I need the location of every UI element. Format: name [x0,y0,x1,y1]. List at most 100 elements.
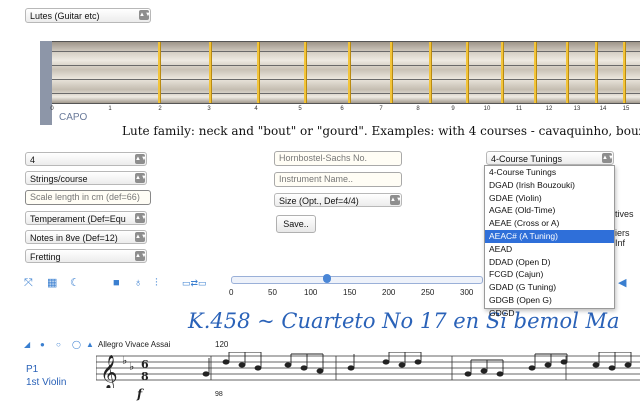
grid-icon[interactable]: ▦ [47,277,57,289]
size-value: Size (Opt., Def=4/4) [279,196,359,206]
fret-number: 8 [416,106,420,112]
instrument-description: Lute family: neck and "bout" or "gourd".… [122,124,640,138]
size-select[interactable]: Size (Opt., Def=4/4) ▲▼ [274,193,402,207]
instrument-family-value: Lutes (Guitar etc) [30,11,100,21]
fret-5 [348,42,350,103]
chevron-down-icon: ▲▼ [139,10,151,20]
measure-number: 98 [215,391,223,398]
tuning-option[interactable]: GDAE (Violin) [485,192,614,205]
tuning-option[interactable]: DDAD (Open D) [485,256,614,269]
hornbostel-sachs-input[interactable]: Hornbostel-Sachs No. [274,151,402,166]
flat-icon: ♭ [129,360,134,373]
fret-number: 13 [573,106,581,112]
partial-label-2: iers Inf [615,228,630,248]
tuning-option[interactable]: AGAE (Old-Time) [485,204,614,217]
courses-value: 4 [30,155,36,165]
fret-7 [429,42,431,103]
chevron-down-icon: ▲▼ [390,195,402,205]
tuning-option[interactable]: AEAD [485,243,614,256]
slider-tick: 200 [382,288,396,297]
part-name: 1st Violin [26,377,67,388]
scale-length-input[interactable]: Scale length in cm (def=66) [25,190,151,205]
tuning-option[interactable]: DGAD (Irish Bouzouki) [485,179,614,192]
string-1 [52,51,640,52]
tunings-select[interactable]: 4-Course Tunings ▲▼ [486,151,614,165]
save-button[interactable]: Save.. [276,215,316,233]
tuning-option[interactable]: FCGD (Cajun) [485,268,614,281]
play-icon[interactable]: ◀ [618,277,626,289]
measure-number: 120 [215,340,229,349]
timeline-slider[interactable] [231,276,483,284]
tempo-marking: Allegro Vivace Assai [98,340,171,349]
moon-icon[interactable]: ☾ [70,277,80,289]
fret-2 [209,42,211,103]
tuning-option[interactable]: AEAE (Cross or A) [485,217,614,230]
chevron-down-icon: ▲▼ [135,154,147,164]
temperament-select[interactable]: Temperament (Def=Equ ▲▼ [25,211,147,225]
slider-tick: 100 [304,288,318,297]
solo-icon[interactable]: ○ [56,339,61,351]
string-2 [52,65,640,66]
notes-per-octave-select[interactable]: Notes in 8ve (Def=12) ▲▼ [25,230,147,244]
fret-number: 9 [451,106,455,112]
fret-number: 0 [50,106,54,112]
capo-label: CAPO [59,112,88,123]
slider-handle[interactable] [323,274,331,283]
time-signature: 8 [141,370,149,383]
fret-12 [595,42,597,103]
string-4 [52,93,640,94]
video-icon[interactable]: ■ [113,277,120,289]
fret-3 [257,42,259,103]
fret-number: 3 [207,106,211,112]
fret-number: 6 [340,106,344,112]
temperament-value: Temperament (Def=Equ [30,214,126,224]
tuning-option[interactable]: GDGD [485,307,614,320]
volume-icon[interactable]: ◢ [24,339,30,351]
tuning-option[interactable]: 4-Course Tunings [485,166,614,179]
fret-number: 1 [108,106,112,112]
chevron-down-icon: ▲▼ [135,251,147,261]
fret-1 [158,42,160,103]
fret-number: 12 [545,106,553,112]
tuning-option-highlighted[interactable]: AEAC# (A Tuning) [485,229,614,243]
tuning-option[interactable]: GDAD (G Tuning) [485,281,614,294]
fretboard[interactable] [52,41,640,104]
chevron-down-icon: ▲▼ [135,173,147,183]
fret-10 [534,42,536,103]
fretting-select[interactable]: Fretting ▲▼ [25,249,147,263]
fret-number: 10 [483,106,491,112]
fret-number: 11 [515,106,523,112]
instrument-family-select[interactable]: Lutes (Guitar etc) ▲▼ [25,8,151,23]
capo-bar[interactable] [40,41,52,125]
chevron-down-icon: ▲▼ [602,153,614,163]
fret-4 [304,42,306,103]
fret-number: 15 [622,106,630,112]
swap-icon[interactable]: ▭⇄▭ [182,277,207,289]
expand-icon[interactable]: ⤧ [24,277,33,289]
fret-6 [390,42,392,103]
tunings-dropdown-list[interactable]: 4-Course Tunings DGAD (Irish Bouzouki) G… [484,165,615,318]
string-3 [52,79,640,80]
mixer-icon[interactable]: ⫶ [155,277,158,289]
tunings-value: 4-Course Tunings [491,154,563,164]
slider-tick: 250 [421,288,435,297]
strings-per-course-select[interactable]: Strings/course ▲▼ [25,171,147,185]
mic-icon[interactable]: ♁ [134,277,142,289]
mute-icon[interactable]: ● [40,339,45,351]
tuning-option[interactable]: GDGB (Open G) [485,294,614,307]
fret-8 [466,42,468,103]
chevron-down-icon: ▲▼ [135,213,147,223]
instrument-name-input[interactable]: Instrument Name.. [274,172,402,187]
fret-11 [566,42,568,103]
fret-number: 7 [379,106,383,112]
fret-number: 14 [599,106,607,112]
record-icon[interactable]: ◯ [72,339,81,351]
courses-select[interactable]: 4 ▲▼ [25,152,147,166]
fret-number: 4 [254,106,258,112]
fret-9 [501,42,503,103]
part-up-icon[interactable]: ▲ [86,339,94,351]
dynamic-marking: f [137,387,143,401]
slider-tick: 300 [460,288,474,297]
music-staff: 𝄞 ♭ ♭ 6 8 [96,352,640,388]
notes-per-octave-value: Notes in 8ve (Def=12) [30,233,118,243]
